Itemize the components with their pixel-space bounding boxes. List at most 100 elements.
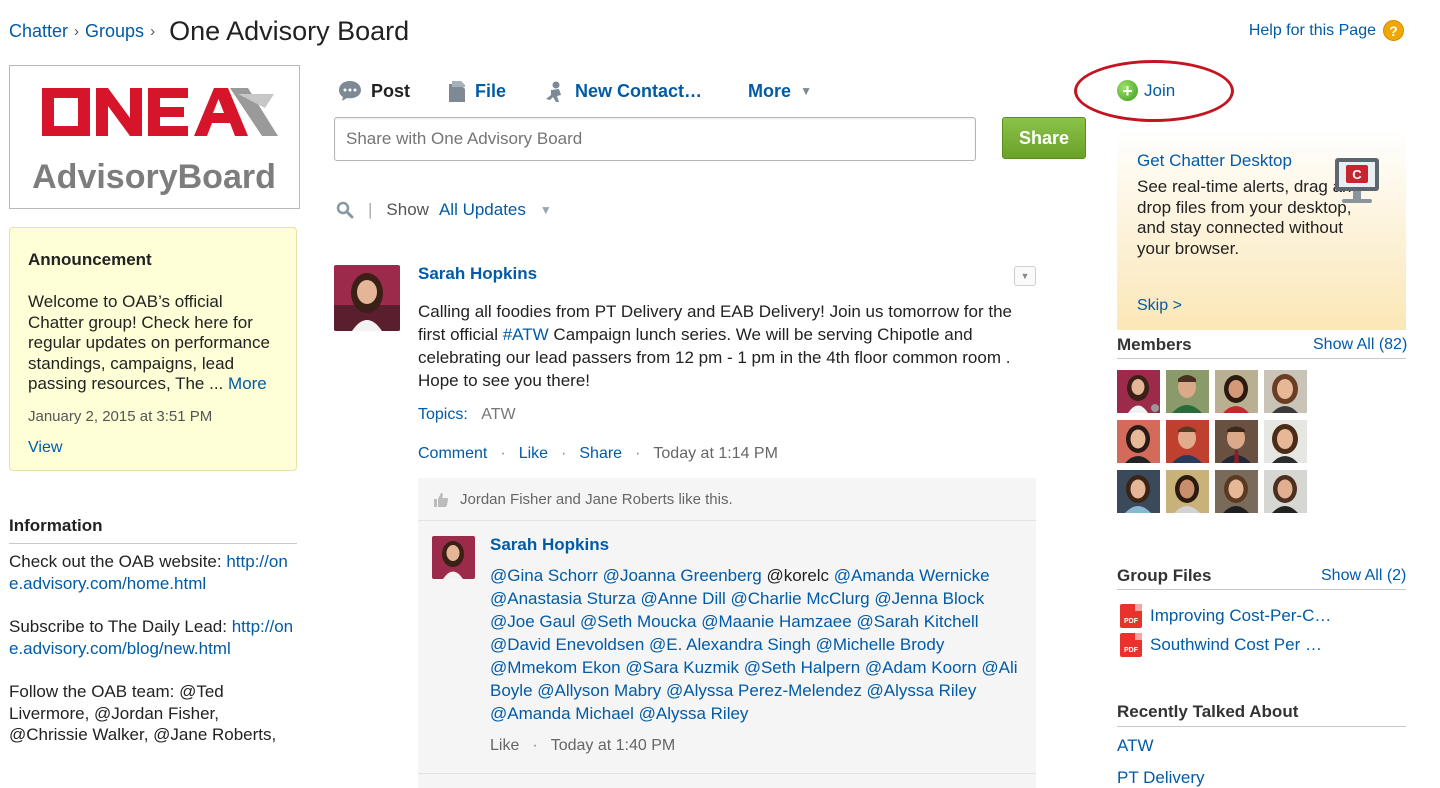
avatar[interactable] [334,265,400,331]
information-daily-text: Subscribe to The Daily Lead: [9,617,232,636]
member-avatar[interactable] [1117,470,1160,513]
chatter-desktop-link[interactable]: Get Chatter Desktop [1137,151,1292,171]
share-link[interactable]: Share [579,445,622,463]
chatter-desktop-text: See real-time alerts, drag and drop file… [1137,177,1361,258]
topic-link[interactable]: PT Delivery [1117,768,1205,788]
breadcrumb: Chatter › Groups › One Advisory Board [9,16,409,47]
avatar[interactable] [432,536,475,579]
group-logo-image: AdvisoryBoard [32,88,278,196]
member-avatar[interactable] [1215,420,1258,463]
join-button[interactable]: + Join [1117,80,1175,101]
member-avatar[interactable] [1117,420,1160,463]
tab-post[interactable]: Post [338,80,410,102]
share-button[interactable]: Share [1002,117,1086,159]
publisher-tabs: Post File New Contact… More ▼ [338,80,850,102]
member-avatar[interactable] [1117,370,1160,413]
file-link[interactable]: Improving Cost-Per-C… [1150,606,1331,626]
member-grid [1117,370,1317,513]
announcement-heading: Announcement [28,250,152,269]
divider [1117,358,1406,359]
chevron-down-icon[interactable]: ▼ [540,203,552,217]
member-avatar[interactable] [1166,420,1209,463]
post-author[interactable]: Sarah Hopkins [418,264,537,284]
announcement-view-link[interactable]: View [28,439,278,457]
pdf-icon: PDF [1120,633,1142,657]
member-avatar[interactable] [1166,470,1209,513]
likes-summary: Jordan Fisher and Jane Roberts like this… [433,491,733,508]
pdf-icon: PDF [1120,604,1142,628]
breadcrumb-chatter[interactable]: Chatter [9,21,68,42]
comment-mentions[interactable]: @Gina Schorr @Joanna Greenberg [490,566,762,585]
announcement-body: Welcome to OAB’s official Chatter group!… [28,292,278,395]
post-hashtag[interactable]: #ATW [503,325,549,344]
tab-more[interactable]: More ▼ [748,81,812,102]
file-icon [449,81,466,102]
tab-new-contact[interactable]: New Contact… [544,80,702,102]
filter-all-updates[interactable]: All Updates [439,200,526,220]
member-avatar[interactable] [1215,470,1258,513]
member-avatar[interactable] [1166,370,1209,413]
file-link[interactable]: Southwind Cost Per … [1150,635,1322,655]
comment-link[interactable]: Comment [418,445,487,463]
chevron-right-icon: › [150,23,156,40]
member-avatar[interactable] [1264,470,1307,513]
members-show-all-link[interactable]: Show All (82) [1313,336,1407,354]
chevron-down-icon: ▼ [800,84,812,98]
post-timestamp[interactable]: Today at 1:14 PM [653,445,778,463]
monitor-icon: C [1335,158,1379,203]
post-topics: Topics: ATW [418,406,516,424]
comment-mentions[interactable]: @Amanda Wernicke @Anastasia Sturza @Anne… [490,566,1018,723]
comment-body: @Gina Schorr @Joanna Greenberg @korelc @… [490,564,1020,725]
chevron-right-icon: › [74,23,80,40]
post-actions: Comment · Like · Share · Today at 1:14 P… [418,445,778,463]
likes-text: Jordan Fisher and Jane Roberts like this… [460,491,733,508]
help-icon[interactable]: ? [1383,20,1404,41]
new-contact-icon [546,81,562,102]
announcement-panel: Announcement Welcome to OAB’s official C… [9,227,297,471]
tab-post-label: Post [371,80,411,101]
page-title: One Advisory Board [169,16,410,46]
post-topics-label: Topics: [418,406,468,423]
avatar-image [334,265,400,331]
tab-file[interactable]: File [448,80,506,102]
divider [418,520,1036,521]
post-topic[interactable]: ATW [481,406,515,423]
plus-icon: + [1117,80,1138,101]
divider [1117,589,1406,590]
breadcrumb-groups[interactable]: Groups [85,21,144,42]
member-avatar[interactable] [1264,370,1307,413]
comment-actions: Like · Today at 1:40 PM [490,737,676,755]
filter-divider: | [368,200,373,219]
join-label[interactable]: Join [1144,81,1175,101]
help-link[interactable]: Help for this Page ? [1249,20,1404,41]
comment-plain-text: @korelc [761,566,834,585]
tab-more-label: More [748,80,792,101]
post-menu-button[interactable]: ▼ [1014,266,1036,286]
help-label[interactable]: Help for this Page [1249,22,1376,40]
recently-talked-heading: Recently Talked About [1117,702,1299,721]
information-website-text: Check out the OAB website: [9,552,227,571]
tab-file-label: File [475,80,507,101]
group-logo: AdvisoryBoard [9,65,300,209]
group-files-heading: Group Files [1117,566,1212,585]
file-item[interactable]: PDF Improving Cost-Per-C… [1120,604,1331,628]
search-icon[interactable] [336,201,354,219]
chevron-down-icon: ▼ [1020,271,1030,281]
member-avatar[interactable] [1215,370,1258,413]
member-avatar[interactable] [1264,420,1307,463]
feed-filter: | Show All Updates ▼ [336,200,552,220]
files-show-all-link[interactable]: Show All (2) [1321,567,1406,585]
announcement-more-link[interactable]: More [228,374,267,393]
comment-timestamp[interactable]: Today at 1:40 PM [551,737,676,755]
share-input[interactable] [334,117,976,161]
comment-like-link[interactable]: Like [490,737,519,755]
file-item[interactable]: PDF Southwind Cost Per … [1120,633,1322,657]
information-follow-text: Follow the OAB team: @Ted Livermore, @Jo… [9,682,277,744]
members-heading: Members [1117,335,1192,354]
tab-new-contact-label: New Contact… [575,80,703,101]
topic-link[interactable]: ATW [1117,736,1154,756]
like-link[interactable]: Like [519,445,548,463]
skip-link[interactable]: Skip > [1137,297,1182,315]
information-body: Check out the OAB website: http://one.ad… [9,551,299,768]
comment-author[interactable]: Sarah Hopkins [490,535,609,555]
